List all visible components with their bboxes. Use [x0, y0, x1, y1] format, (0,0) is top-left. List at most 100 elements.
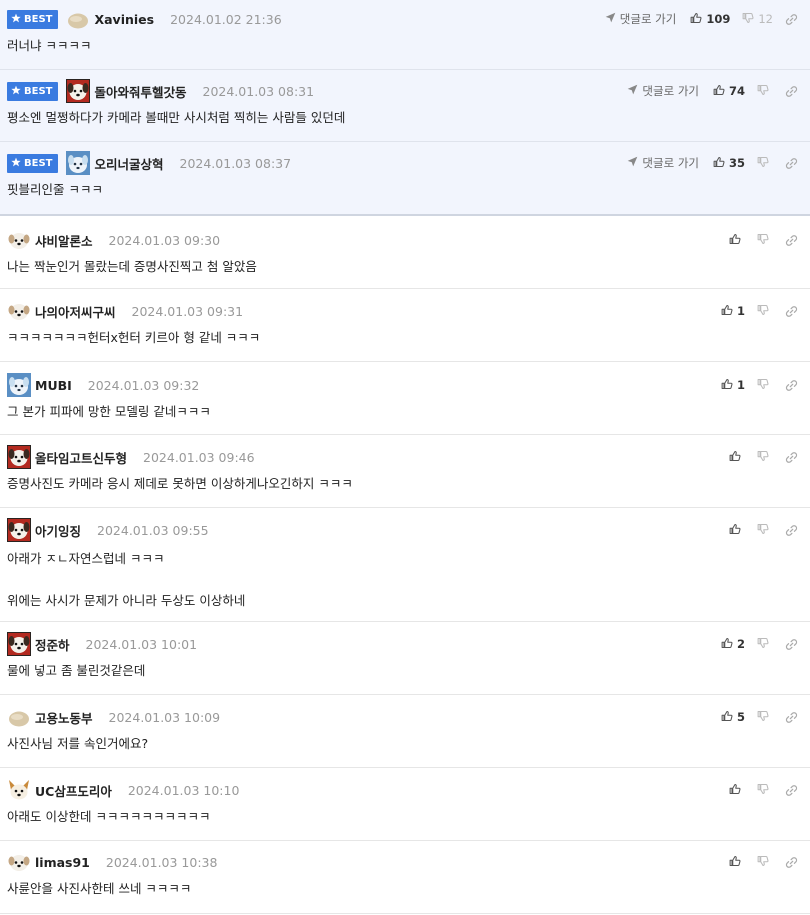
comment: 샤비알론소 2024.01.03 09:30 나는 짝눈인거 몰랐는데 증명사진찍고…: [0, 216, 810, 289]
thumbs-up-icon: [721, 637, 737, 652]
like-button[interactable]: [729, 783, 745, 798]
go-to-reply-link[interactable]: 댓글로 가기: [627, 155, 699, 171]
copy-link-icon[interactable]: [785, 305, 798, 318]
thumbs-up-icon: [713, 84, 729, 99]
like-button[interactable]: [729, 233, 745, 248]
copy-link-icon[interactable]: [785, 711, 798, 724]
comment-list: BEST Xavinies 2024.01.02 21:36 댓글로 가기 109 12 러…: [0, 0, 810, 914]
avatar-dog-icon[interactable]: [7, 299, 31, 323]
author-nickname[interactable]: Xavinies: [94, 12, 154, 27]
dislike-button[interactable]: [757, 156, 773, 171]
dislike-button[interactable]: [757, 783, 773, 798]
comment-header: MUBI 2024.01.03 09:32: [7, 373, 802, 397]
dislike-button[interactable]: 12: [742, 12, 773, 27]
dislike-button[interactable]: [757, 450, 773, 465]
like-button[interactable]: [729, 523, 745, 538]
avatar-blue-icon[interactable]: [66, 151, 91, 175]
comment-actions: [729, 230, 798, 250]
like-button[interactable]: 1: [721, 304, 745, 319]
comment-date: 2024.01.03 10:10: [127, 782, 240, 798]
best-label: BEST: [24, 85, 53, 97]
like-count: 109: [706, 12, 731, 26]
best-label: BEST: [24, 13, 53, 25]
avatar-beige-icon[interactable]: [7, 705, 31, 729]
copy-link-icon[interactable]: [785, 856, 798, 869]
author-nickname[interactable]: 아기잉징: [35, 521, 81, 540]
copy-link-icon[interactable]: [785, 524, 798, 537]
like-count: 5: [736, 710, 745, 724]
best-badge: BEST: [7, 153, 59, 173]
author-nickname[interactable]: 올타임고트신두형: [35, 448, 127, 467]
like-button[interactable]: [729, 855, 745, 870]
dislike-button[interactable]: [757, 378, 773, 393]
comment-actions: [729, 780, 798, 800]
reply-link-label: 댓글로 가기: [642, 156, 699, 170]
author-nickname[interactable]: UC삼프도리아: [35, 781, 112, 800]
thumbs-up-icon: [713, 156, 729, 171]
like-button[interactable]: 35: [713, 156, 745, 171]
dislike-button[interactable]: [757, 304, 773, 319]
go-to-reply-link[interactable]: 댓글로 가기: [627, 83, 699, 99]
comment-text: ㅋㅋㅋㅋㅋㅋㅋ헌터x헌터 키르아 형 같네 ㅋㅋㅋ: [7, 330, 261, 345]
dislike-button[interactable]: [757, 710, 773, 725]
thumbs-up-icon: [729, 233, 745, 248]
dislike-button[interactable]: [757, 233, 773, 248]
comment-text: 아래도 이상한데 ㅋㅋㅋㅋㅋㅋㅋㅋㅋㅋ: [7, 809, 211, 824]
copy-link-icon[interactable]: [785, 784, 798, 797]
like-button[interactable]: 74: [713, 84, 745, 99]
copy-link-icon[interactable]: [785, 451, 798, 464]
like-count: 1: [736, 378, 745, 392]
comment-date: 2024.01.03 09:46: [143, 449, 255, 465]
dislike-button[interactable]: [757, 84, 773, 99]
copy-link-icon[interactable]: [785, 379, 798, 392]
comment-header: 올타임고트신두형 2024.01.03 09:46: [7, 445, 802, 469]
go-to-reply-link[interactable]: 댓글로 가기: [605, 11, 676, 27]
like-button[interactable]: 109: [690, 12, 730, 27]
comment: 아기잉징 2024.01.03 09:55 아래가 ㅈㄴ자연스럽네 ㅋㅋㅋ 위에는 …: [0, 508, 810, 622]
comment-text: 증명사진도 카메라 응시 제데로 못하면 이상하게나오긴하지 ㅋㅋㅋ: [7, 476, 353, 491]
author-nickname[interactable]: 샤비알론소: [35, 231, 93, 250]
author-nickname[interactable]: MUBI: [35, 378, 72, 393]
copy-link-icon[interactable]: [785, 638, 798, 651]
comment-text: 그 본가 피파에 망한 모델링 같네ㅋㅋㅋ: [7, 404, 211, 419]
avatar-dog-red-icon[interactable]: [7, 445, 31, 469]
avatar-dog-red-icon[interactable]: [66, 79, 91, 103]
author-nickname[interactable]: 고용노동부: [35, 708, 93, 727]
thumbs-down-icon: [757, 304, 773, 319]
copy-link-icon[interactable]: [785, 234, 798, 247]
send-arrow-icon: [627, 84, 642, 98]
comment-actions: [729, 852, 798, 872]
like-button[interactable]: 5: [721, 710, 745, 725]
thumbs-down-icon: [757, 855, 773, 870]
author-nickname[interactable]: limas91: [35, 855, 90, 870]
dislike-button[interactable]: [757, 855, 773, 870]
avatar-dog-red-icon[interactable]: [7, 518, 31, 542]
copy-link-icon[interactable]: [785, 13, 798, 26]
dislike-count: 12: [758, 12, 773, 26]
dislike-button[interactable]: [757, 523, 773, 538]
author-nickname[interactable]: 나의아저씨구씨: [35, 302, 116, 321]
like-button[interactable]: [729, 450, 745, 465]
avatar-dog-red-icon[interactable]: [7, 632, 31, 656]
comment-text: 물에 넣고 좀 불린것같은데: [7, 663, 146, 678]
comment-text: 평소엔 멀쩡하다가 카메라 볼때만 사시처럼 찍히는 사람들 있던데: [7, 110, 346, 125]
comment-date: 2024.01.03 10:09: [108, 709, 221, 725]
copy-link-icon[interactable]: [785, 85, 798, 98]
copy-link-icon[interactable]: [785, 157, 798, 170]
like-button[interactable]: 2: [721, 637, 745, 652]
author-nickname[interactable]: 돌아와줘투헬갓동: [94, 82, 186, 101]
thumbs-down-icon: [757, 378, 773, 393]
avatar-dog-icon[interactable]: [7, 850, 31, 874]
avatar-beige-icon[interactable]: [66, 7, 90, 31]
thumbs-down-icon: [757, 450, 773, 465]
avatar-blue-icon[interactable]: [7, 373, 31, 397]
comment-actions: [729, 520, 798, 540]
author-nickname[interactable]: 오리너굴상혁: [94, 154, 163, 173]
comment-actions: 댓글로 가기 35: [627, 153, 798, 173]
dislike-button[interactable]: [757, 637, 773, 652]
like-button[interactable]: 1: [721, 378, 745, 393]
avatar-dog-icon[interactable]: [7, 228, 31, 252]
star-icon: [11, 157, 21, 170]
avatar-fox-icon[interactable]: [7, 778, 31, 802]
author-nickname[interactable]: 정준하: [35, 635, 70, 654]
